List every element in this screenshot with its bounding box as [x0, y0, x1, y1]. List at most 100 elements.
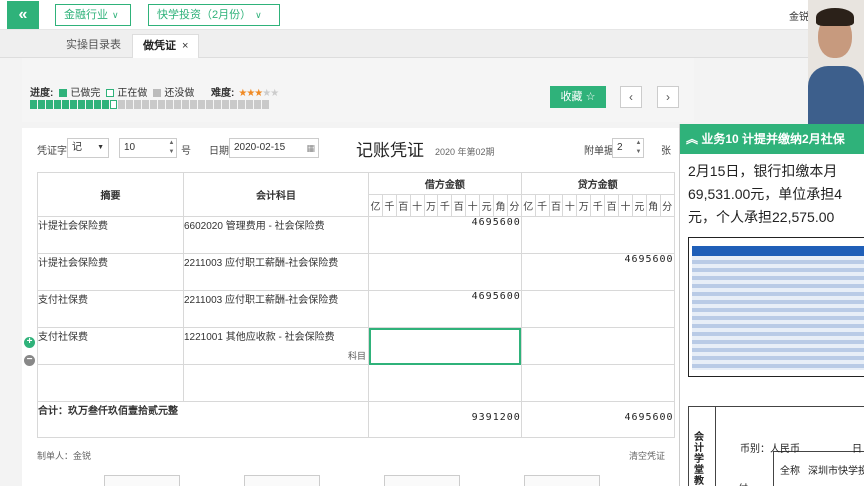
action-button[interactable]: [524, 475, 600, 486]
progress-segment[interactable]: [118, 100, 125, 109]
progress-segment[interactable]: [30, 100, 37, 109]
progress-segment[interactable]: [158, 100, 165, 109]
progress-segment[interactable]: [174, 100, 181, 109]
summary-cell[interactable]: 计提社会保险费: [37, 253, 184, 291]
credit-amount-cell[interactable]: [520, 216, 675, 254]
progress-segment[interactable]: [222, 100, 229, 109]
user-name[interactable]: 金锐: [789, 8, 809, 23]
social-insurance-sheet-image[interactable]: [688, 237, 864, 377]
progress-segment[interactable]: [54, 100, 61, 109]
clear-voucher-link[interactable]: 清空凭证: [629, 449, 665, 462]
task-header[interactable]: ︽ 业务10 计提并缴纳2月社保: [680, 124, 864, 154]
progress-segment[interactable]: [94, 100, 101, 109]
progress-segment[interactable]: [102, 100, 109, 109]
next-button[interactable]: ›: [657, 86, 679, 108]
credit-amount-cell[interactable]: [520, 290, 675, 328]
collapse-sidebar-button[interactable]: «: [7, 1, 39, 29]
progress-segment[interactable]: [198, 100, 205, 109]
voucher-table: 摘要 会计科目 借方金额 贷方金额 亿千百十万千百十元角分亿千百十万千百十元角分…: [37, 172, 675, 438]
progress-segment[interactable]: [182, 100, 189, 109]
progress-segment[interactable]: [150, 100, 157, 109]
progress-segment[interactable]: [134, 100, 141, 109]
progress-segment[interactable]: [238, 100, 245, 109]
progress-segment[interactable]: [190, 100, 197, 109]
attachments-input[interactable]: 2 ▲ ▼: [612, 138, 644, 158]
task-description: 2月15日，银行扣缴本月 69,531.00元，单位承担4 元，个人承担22,5…: [688, 160, 864, 229]
summary-cell[interactable]: 支付社保费: [37, 327, 184, 365]
total-credit: 4695600: [520, 401, 675, 438]
progress-segment[interactable]: [70, 100, 77, 109]
tab-practice-catalog[interactable]: 实操目录表: [56, 34, 131, 58]
favorite-button[interactable]: 收藏 ☆: [550, 86, 606, 108]
date-value: 2020-02-15: [234, 142, 286, 153]
sheet-row: [692, 292, 864, 296]
debit-header: 借方金额: [368, 172, 522, 195]
sheet-row: [692, 332, 864, 336]
unit-label: 千: [534, 194, 550, 217]
sheet-row: [692, 364, 864, 368]
summary-cell[interactable]: [37, 364, 184, 402]
company-dropdown[interactable]: 快学投资（2月份） ∨: [148, 4, 280, 26]
progress-segment[interactable]: [86, 100, 93, 109]
tab-make-voucher[interactable]: 做凭证 ×: [132, 34, 200, 58]
sheet-row: [692, 260, 864, 264]
progress-segment[interactable]: [78, 100, 85, 109]
date-input[interactable]: 2020-02-15 ▦: [229, 138, 319, 158]
debit-amount-cell[interactable]: 4695600: [368, 290, 522, 328]
attachments-suffix: 张: [661, 146, 671, 157]
debit-amount-cell[interactable]: 4695600: [368, 216, 522, 254]
chevron-down-icon: ∨: [255, 10, 262, 20]
credit-amount-cell[interactable]: [520, 327, 675, 365]
unit-label: 千: [590, 194, 606, 217]
progress-segment[interactable]: [62, 100, 69, 109]
stepper-icon[interactable]: ▲ ▼: [167, 139, 176, 157]
progress-segment[interactable]: [206, 100, 213, 109]
progress-segment[interactable]: [142, 100, 149, 109]
action-button[interactable]: [104, 475, 180, 486]
progress-segment[interactable]: [214, 100, 221, 109]
account-cell[interactable]: 1221001 其他应收款 - 社会保险费 科目: [183, 327, 369, 365]
voucher-type-select[interactable]: 记 ▼: [67, 138, 109, 158]
progress-bar: [30, 100, 269, 109]
debit-amount-cell[interactable]: [368, 364, 522, 402]
progress-segment[interactable]: [262, 100, 269, 109]
action-button[interactable]: [384, 475, 460, 486]
account-cell[interactable]: 2211003 应付职工薪酬-社会保险费: [183, 290, 369, 328]
unit-label: 角: [493, 194, 508, 217]
progress-segment[interactable]: [126, 100, 133, 109]
voucher-number-input[interactable]: 10 ▲ ▼: [119, 138, 177, 158]
action-button[interactable]: [244, 475, 320, 486]
account-cell[interactable]: [183, 364, 369, 402]
progress-segment[interactable]: [46, 100, 53, 109]
summary-cell[interactable]: 支付社保费: [37, 290, 184, 328]
top-bar: « 金融行业 ∨ 快学投资（2月份） ∨ 金锐: [0, 0, 864, 30]
task-title: 业务10 计提并缴纳2月社保: [701, 132, 845, 146]
debit-amount-cell[interactable]: [368, 253, 522, 291]
progress-segment[interactable]: [110, 100, 117, 109]
add-row-icon[interactable]: +: [24, 337, 35, 348]
unit-label: 百: [604, 194, 620, 217]
debit-amount-cell[interactable]: [368, 327, 522, 365]
prev-button[interactable]: ‹: [620, 86, 642, 108]
maker-label: 制单人：金锐: [37, 451, 92, 461]
summary-cell[interactable]: 计提社会保险费: [37, 216, 184, 254]
credit-amount-cell[interactable]: [520, 364, 675, 402]
progress-segment[interactable]: [38, 100, 45, 109]
close-icon[interactable]: ×: [182, 40, 188, 52]
calendar-icon[interactable]: ▦: [306, 139, 315, 157]
account-cell[interactable]: 6602020 管理费用 - 社会保险费: [183, 216, 369, 254]
credit-amount-cell[interactable]: 4695600: [520, 253, 675, 291]
voucher-type-value: 记: [72, 142, 82, 153]
progress-segment[interactable]: [254, 100, 261, 109]
task-desc-line: 69,531.00元，单位承担4: [688, 186, 843, 202]
stepper-icon[interactable]: ▲ ▼: [634, 139, 643, 157]
account-cell[interactable]: 2211003 应付职工薪酬-社会保险费: [183, 253, 369, 291]
industry-dropdown[interactable]: 金融行业 ∨: [55, 4, 131, 26]
remove-row-icon[interactable]: −: [24, 355, 35, 366]
progress-segment[interactable]: [166, 100, 173, 109]
unit-label: 百: [395, 194, 411, 217]
done-swatch-icon: [59, 89, 68, 98]
unit-label: 亿: [520, 194, 536, 217]
progress-segment[interactable]: [230, 100, 237, 109]
progress-segment[interactable]: [246, 100, 253, 109]
